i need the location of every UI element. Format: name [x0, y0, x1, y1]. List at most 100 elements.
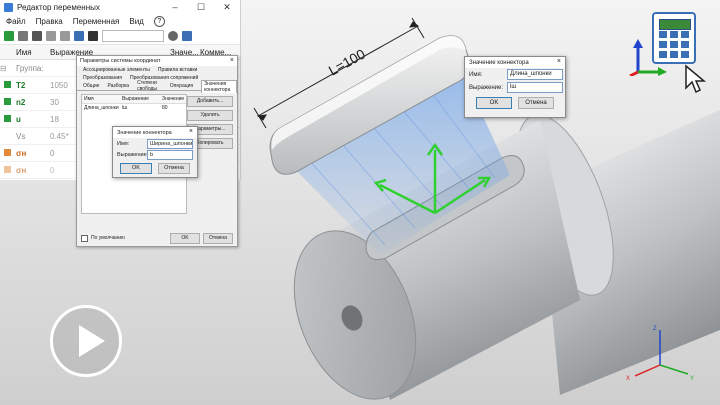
expression-label: Выражение:	[469, 84, 504, 91]
cancel-button[interactable]: Отмена	[203, 232, 233, 244]
var-name: Vs	[16, 131, 26, 141]
dimension-label: L=100	[326, 45, 368, 78]
var-name: u	[16, 114, 21, 124]
expression-label: Выражение:	[117, 151, 149, 158]
cell-name: Длина_шпонки	[84, 105, 119, 111]
editor-title: Редактор переменных	[17, 2, 100, 12]
tab-row: Ассоциированные элементы Правила вставки	[77, 66, 237, 74]
tab-connector-values[interactable]: Значения коннектора	[201, 79, 237, 93]
axis-triad-icon	[629, 39, 667, 76]
default-checkbox[interactable]	[81, 234, 88, 242]
axis-y-label: Y	[690, 376, 694, 382]
tab-operation[interactable]: Операция	[170, 83, 193, 89]
table-header: Имя Выражение Значение	[82, 95, 186, 104]
axis-z-label: Z	[653, 326, 657, 332]
flag-icon	[4, 97, 11, 105]
app-icon	[4, 2, 13, 12]
default-checkbox-label: По умолчанию	[91, 235, 125, 241]
binoculars-icon[interactable]	[88, 31, 98, 41]
close-icon[interactable]: ×	[557, 58, 561, 65]
expression-row: Выражение: lш	[465, 81, 565, 94]
dialog-titlebar: Параметры системы координат ×	[77, 56, 237, 66]
cursor-icon	[685, 64, 707, 94]
flag-icon	[4, 165, 11, 173]
function-icon[interactable]	[74, 31, 84, 41]
dialog-footer: По умолчанию OK Отмена	[81, 232, 233, 244]
editor-toolbar	[0, 28, 240, 45]
print-icon[interactable]	[32, 31, 42, 41]
add-variable-icon[interactable]	[4, 31, 14, 41]
expression-field[interactable]: lш	[507, 82, 563, 93]
calculator-screen	[659, 19, 691, 30]
cell-value: 80	[162, 105, 168, 111]
tab-row: Общие Разборка Степени свободы Операция …	[77, 79, 237, 93]
tab-associated-elements[interactable]: Ассоциированные элементы	[83, 67, 150, 73]
table-row[interactable]: Длина_шпонки lш 80	[82, 104, 186, 112]
cancel-button[interactable]: Отмена	[158, 163, 190, 174]
menu-file[interactable]: Файл	[6, 17, 26, 26]
dialog-title: Параметры системы координат	[80, 58, 161, 64]
play-icon	[79, 325, 105, 357]
name-label: Имя:	[469, 71, 483, 78]
menu-view[interactable]: Вид	[129, 17, 143, 26]
connector-value-dialog: Значение коннектора × Имя: Ширина_шпонки…	[112, 126, 198, 178]
menu-edit[interactable]: Правка	[36, 17, 63, 26]
menu-variable[interactable]: Переменная	[73, 17, 120, 26]
var-name: n2	[16, 97, 26, 107]
dialog-buttons: OK Отмена	[113, 163, 197, 174]
minimize-button[interactable]: –	[162, 0, 188, 14]
col-name: Имя	[84, 96, 94, 102]
help-icon[interactable]: ?	[153, 15, 165, 27]
col-expression: Выражение	[122, 96, 149, 102]
tab-insertion-rules[interactable]: Правила вставки	[158, 67, 197, 73]
dialog-buttons: OK Отмена	[465, 97, 565, 109]
copy-icon[interactable]	[60, 31, 70, 41]
name-label: Имя:	[117, 140, 130, 147]
close-icon[interactable]: ×	[230, 57, 234, 64]
search-icon[interactable]	[168, 31, 178, 41]
close-icon[interactable]: ×	[189, 128, 193, 135]
name-row: Имя: Ширина_шпонки	[113, 138, 197, 149]
filter-combo[interactable]	[102, 30, 164, 42]
undo-icon[interactable]	[18, 31, 28, 41]
delete-button[interactable]: Удалить	[187, 110, 233, 121]
dialog-title: Значение коннектора	[117, 129, 172, 136]
expression-field[interactable]: b	[147, 149, 193, 160]
flag-icon	[4, 80, 11, 88]
add-button[interactable]: Добавить...	[187, 96, 233, 107]
sort-icon[interactable]	[182, 31, 192, 41]
menu-bar: Файл Правка Переменная Вид ?	[0, 14, 240, 28]
name-field[interactable]: Ширина_шпонки	[147, 138, 193, 149]
flag-icon	[4, 148, 11, 156]
ok-button[interactable]: OK	[120, 163, 152, 174]
window-controls: – ☐ ✕	[162, 0, 240, 14]
name-row: Имя: Длина_шпонки	[465, 68, 565, 81]
cut-icon[interactable]	[46, 31, 56, 41]
dialog-titlebar: Значение коннектора ×	[465, 57, 565, 68]
ok-button[interactable]: OK	[476, 97, 512, 109]
connector-value-dialog: Значение коннектора × Имя: Длина_шпонки …	[464, 56, 566, 118]
cancel-button[interactable]: Отмена	[518, 97, 554, 109]
name-field[interactable]: Длина_шпонки	[507, 69, 563, 80]
tab-general[interactable]: Общие	[83, 83, 99, 89]
ok-button[interactable]: OK	[170, 232, 200, 244]
maximize-button[interactable]: ☐	[188, 0, 214, 14]
col-name[interactable]: Имя	[16, 48, 50, 57]
collapse-icon[interactable]: ⊟	[0, 64, 16, 73]
play-button[interactable]	[50, 305, 122, 377]
var-name: σн	[16, 165, 27, 175]
var-name: σн	[16, 148, 27, 158]
group-label: Группа:	[16, 63, 44, 73]
var-name: T2	[16, 80, 26, 90]
tab-transformations[interactable]: Преобразования	[83, 75, 122, 81]
tab-dof[interactable]: Степени свободы	[137, 80, 162, 92]
col-value: Значение	[162, 96, 185, 102]
close-button[interactable]: ✕	[214, 0, 240, 14]
tab-disassembly[interactable]: Разборка	[107, 83, 129, 89]
flag-icon	[4, 114, 11, 122]
dialog-title: Значение коннектора	[469, 59, 529, 66]
dialog-titlebar: Значение коннектора ×	[113, 127, 197, 138]
cell-expression: lш	[122, 105, 128, 111]
axis-x-label: X	[626, 376, 630, 382]
expression-row: Выражение: b	[113, 149, 197, 160]
